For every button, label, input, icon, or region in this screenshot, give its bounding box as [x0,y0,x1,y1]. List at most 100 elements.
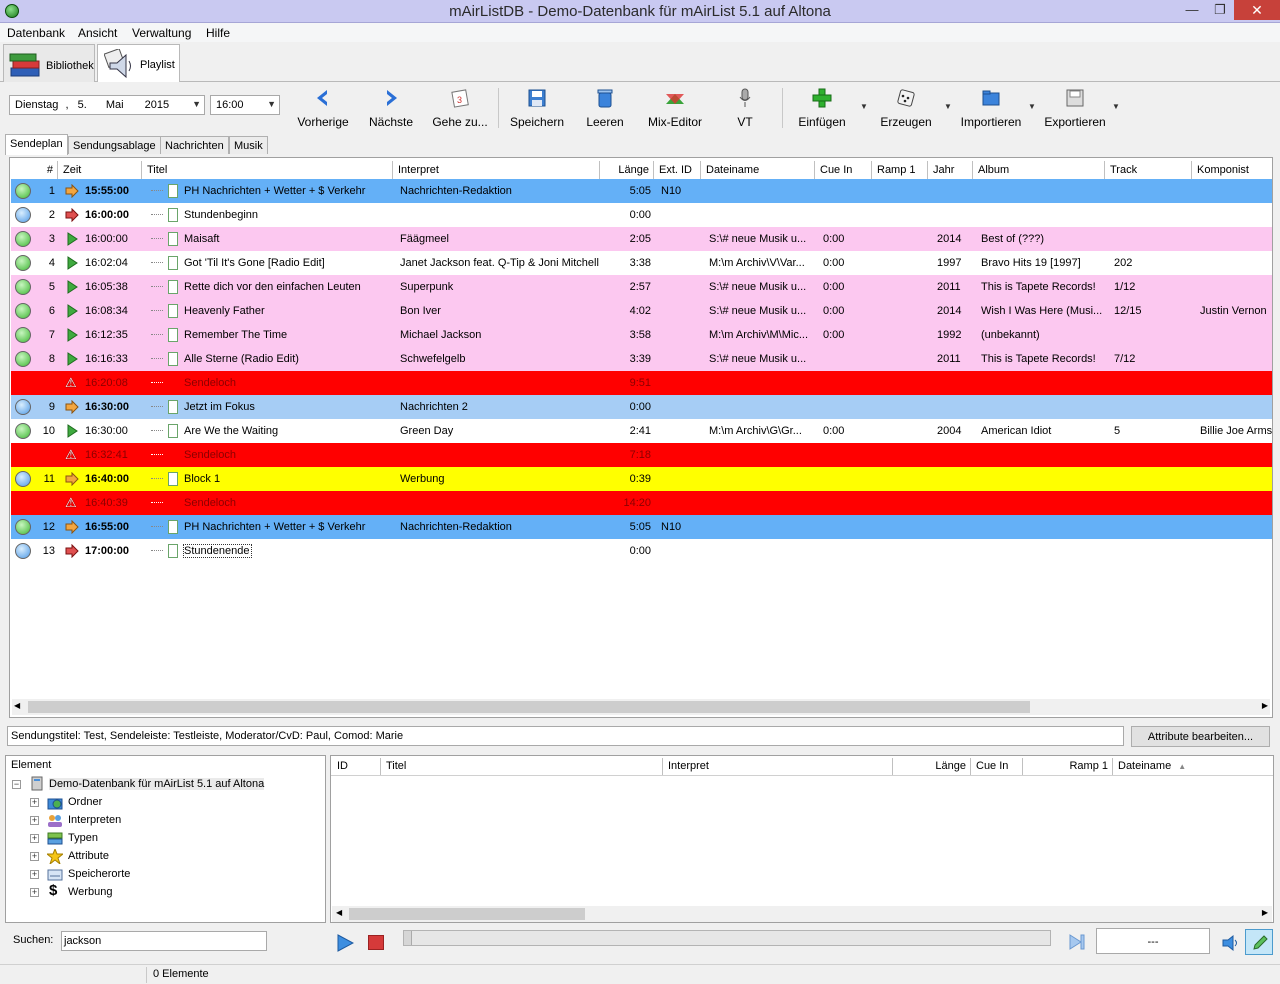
column-header-titel[interactable]: Titel [142,161,393,179]
table-row[interactable]: 3 16:00:00 Maisaft Fäägmeel 2:05 S:\# neue Mu… [11,227,1272,251]
expand-icon[interactable]: + [30,816,39,825]
column-header-jahr[interactable]: Jahr [928,161,973,179]
tree-item-typen[interactable]: Typen [68,832,98,844]
scrollbar-thumb[interactable] [349,908,585,920]
menu-ansicht[interactable]: Ansicht [78,26,117,40]
tree-item-ordner[interactable]: Ordner [68,796,102,808]
expand-icon[interactable]: + [30,870,39,879]
expand-icon[interactable]: + [30,834,39,843]
table-row[interactable]: 13 17:00:00 Stundenende 0:00 [11,539,1272,563]
collapse-icon[interactable]: − [12,780,21,789]
tab-nachrichten[interactable]: Nachrichten [160,136,229,154]
column-header-track[interactable]: Track [1105,161,1192,179]
table-row[interactable]: 2 16:00:00 Stundenbeginn 0:00 [11,203,1272,227]
seek-handle[interactable] [404,931,412,945]
column-header-laenge[interactable]: Länge [893,758,971,775]
column-header-ramp[interactable]: Ramp 1 [872,161,928,179]
close-button[interactable]: ✕ [1234,0,1280,20]
column-header-dateiname[interactable]: Dateiname ▲ [1113,758,1273,775]
chevron-down-icon[interactable]: ▼ [192,99,201,109]
tree-root[interactable]: Demo-Datenbank für mAirList 5.1 auf Alto… [49,778,265,790]
vt-button[interactable]: VT [730,88,760,130]
chevron-down-icon[interactable]: ▼ [267,99,276,109]
seek-bar[interactable] [403,930,1051,946]
tab-bibliothek[interactable]: Bibliothek [3,44,95,82]
scroll-right-icon[interactable]: ▶ [1262,701,1268,710]
play-icon[interactable] [336,934,354,952]
previous-button[interactable]: Vorherige [296,88,350,130]
mix-editor-button[interactable]: Mix-Editor [646,88,704,130]
export-button[interactable]: Exportieren [1044,88,1106,130]
scroll-right-icon[interactable]: ▶ [1262,908,1268,917]
column-header-album[interactable]: Album [973,161,1105,179]
column-header-zeit[interactable]: Zeit [58,161,142,179]
edit-attributes-button[interactable]: Attribute bearbeiten... [1131,726,1270,747]
column-header-titel[interactable]: Titel [381,758,663,775]
menu-datenbank[interactable]: Datenbank [7,26,65,40]
search-results-grid[interactable]: ID Titel Interpret Länge Cue In Ramp 1 D… [330,755,1274,923]
tab-sendeplan[interactable]: Sendeplan [5,134,68,155]
tree-item-interpreten[interactable]: Interpreten [68,814,121,826]
horizontal-scrollbar[interactable]: ◀ ▶ [332,906,1272,922]
chevron-down-icon[interactable]: ▼ [1028,102,1036,111]
column-header-cue-in[interactable]: Cue In [971,758,1023,775]
playlist-grid[interactable]: # Zeit Titel Interpret Länge Ext. ID Dat… [9,157,1273,718]
horizontal-scrollbar[interactable]: ◀ ▶ [12,699,1270,715]
date-picker[interactable]: Dienstag , 5. Mai 2015 ▼ [9,95,205,115]
scrollbar-thumb[interactable] [28,701,1030,713]
table-row[interactable]: 5 16:05:38 Rette dich vor den einfachen Le… [11,275,1272,299]
skip-next-icon[interactable] [1068,933,1086,951]
goto-button[interactable]: 3 Gehe zu... [430,88,490,130]
column-header-ext-id[interactable]: Ext. ID [654,161,701,179]
column-header-interpret[interactable]: Interpret [393,161,600,179]
minimize-button[interactable]: — [1178,0,1206,20]
table-row[interactable]: 12 16:55:00 PH Nachrichten + Wetter + $ Ve… [11,515,1272,539]
menu-hilfe[interactable]: Hilfe [206,26,230,40]
column-header-interpret[interactable]: Interpret [663,758,893,775]
scroll-left-icon[interactable]: ◀ [14,701,20,710]
search-input[interactable]: jackson [61,931,267,951]
menu-verwaltung[interactable]: Verwaltung [132,26,191,40]
column-header-id[interactable]: ID [332,758,381,775]
save-button[interactable]: Speichern [510,88,564,130]
table-row[interactable]: ⚠ 16:20:08 Sendeloch 9:51 [11,371,1272,395]
generate-button[interactable]: Erzeugen [878,88,934,130]
table-row[interactable]: 11 16:40:00 Block 1 Werbung 0:39 [11,467,1272,491]
maximize-button[interactable]: ❐ [1206,0,1234,20]
column-header-ramp[interactable]: Ramp 1 [1023,758,1113,775]
table-row[interactable]: ⚠ 16:40:39 Sendeloch 14:20 [11,491,1272,515]
tab-playlist[interactable]: Playlist [97,44,180,84]
tree-item-speicherorte[interactable]: Speicherorte [68,868,130,880]
tree-item-attribute[interactable]: Attribute [68,850,109,862]
scroll-left-icon[interactable]: ◀ [336,908,342,917]
table-row[interactable]: 1 15:55:00 PH Nachrichten + Wetter + $ Ver… [11,179,1272,203]
column-header-komponist[interactable]: Komponist [1192,161,1272,179]
import-button[interactable]: Importieren [958,88,1024,130]
tab-sendungsablage[interactable]: Sendungsablage [68,136,161,154]
table-row[interactable]: ⚠ 16:32:41 Sendeloch 7:18 [11,443,1272,467]
chevron-down-icon[interactable]: ▼ [1112,102,1120,111]
expand-icon[interactable]: + [30,852,39,861]
chevron-down-icon[interactable]: ▼ [944,102,952,111]
time-select[interactable]: 16:00 ▼ [210,95,280,115]
volume-icon[interactable] [1222,934,1240,952]
column-header-laenge[interactable]: Länge [600,161,654,179]
library-tree[interactable]: Element − Demo-Datenbank für mAirList 5.… [5,755,326,923]
table-row[interactable]: 10 16:30:00 Are We the Waiting Green Day 2:4… [11,419,1272,443]
tab-musik[interactable]: Musik [229,136,268,154]
table-row[interactable]: 4 16:02:04 Got 'Til It's Gone [Radio Edit]… [11,251,1272,275]
expand-icon[interactable]: + [30,798,39,807]
table-row[interactable]: 7 16:12:35 Remember The Time Michael Jackso… [11,323,1272,347]
edit-mode-button[interactable] [1245,929,1273,955]
column-header-number[interactable]: # [11,161,58,179]
next-button[interactable]: Nächste [366,88,416,130]
column-header-dateiname[interactable]: Dateiname [701,161,815,179]
stop-icon[interactable] [368,935,384,950]
table-row[interactable]: 9 16:30:00 Jetzt im Fokus Nachrichten 2 0:00 [11,395,1272,419]
clear-button[interactable]: Leeren [582,88,628,130]
table-row[interactable]: 6 16:08:34 Heavenly Father Bon Iver 4:02 S:\#… [11,299,1272,323]
column-header-cue-in[interactable]: Cue In [815,161,872,179]
tree-item-werbung[interactable]: Werbung [68,886,112,898]
insert-button[interactable]: Einfügen [796,88,848,130]
table-row[interactable]: 8 16:16:33 Alle Sterne (Radio Edit) Schwefe… [11,347,1272,371]
